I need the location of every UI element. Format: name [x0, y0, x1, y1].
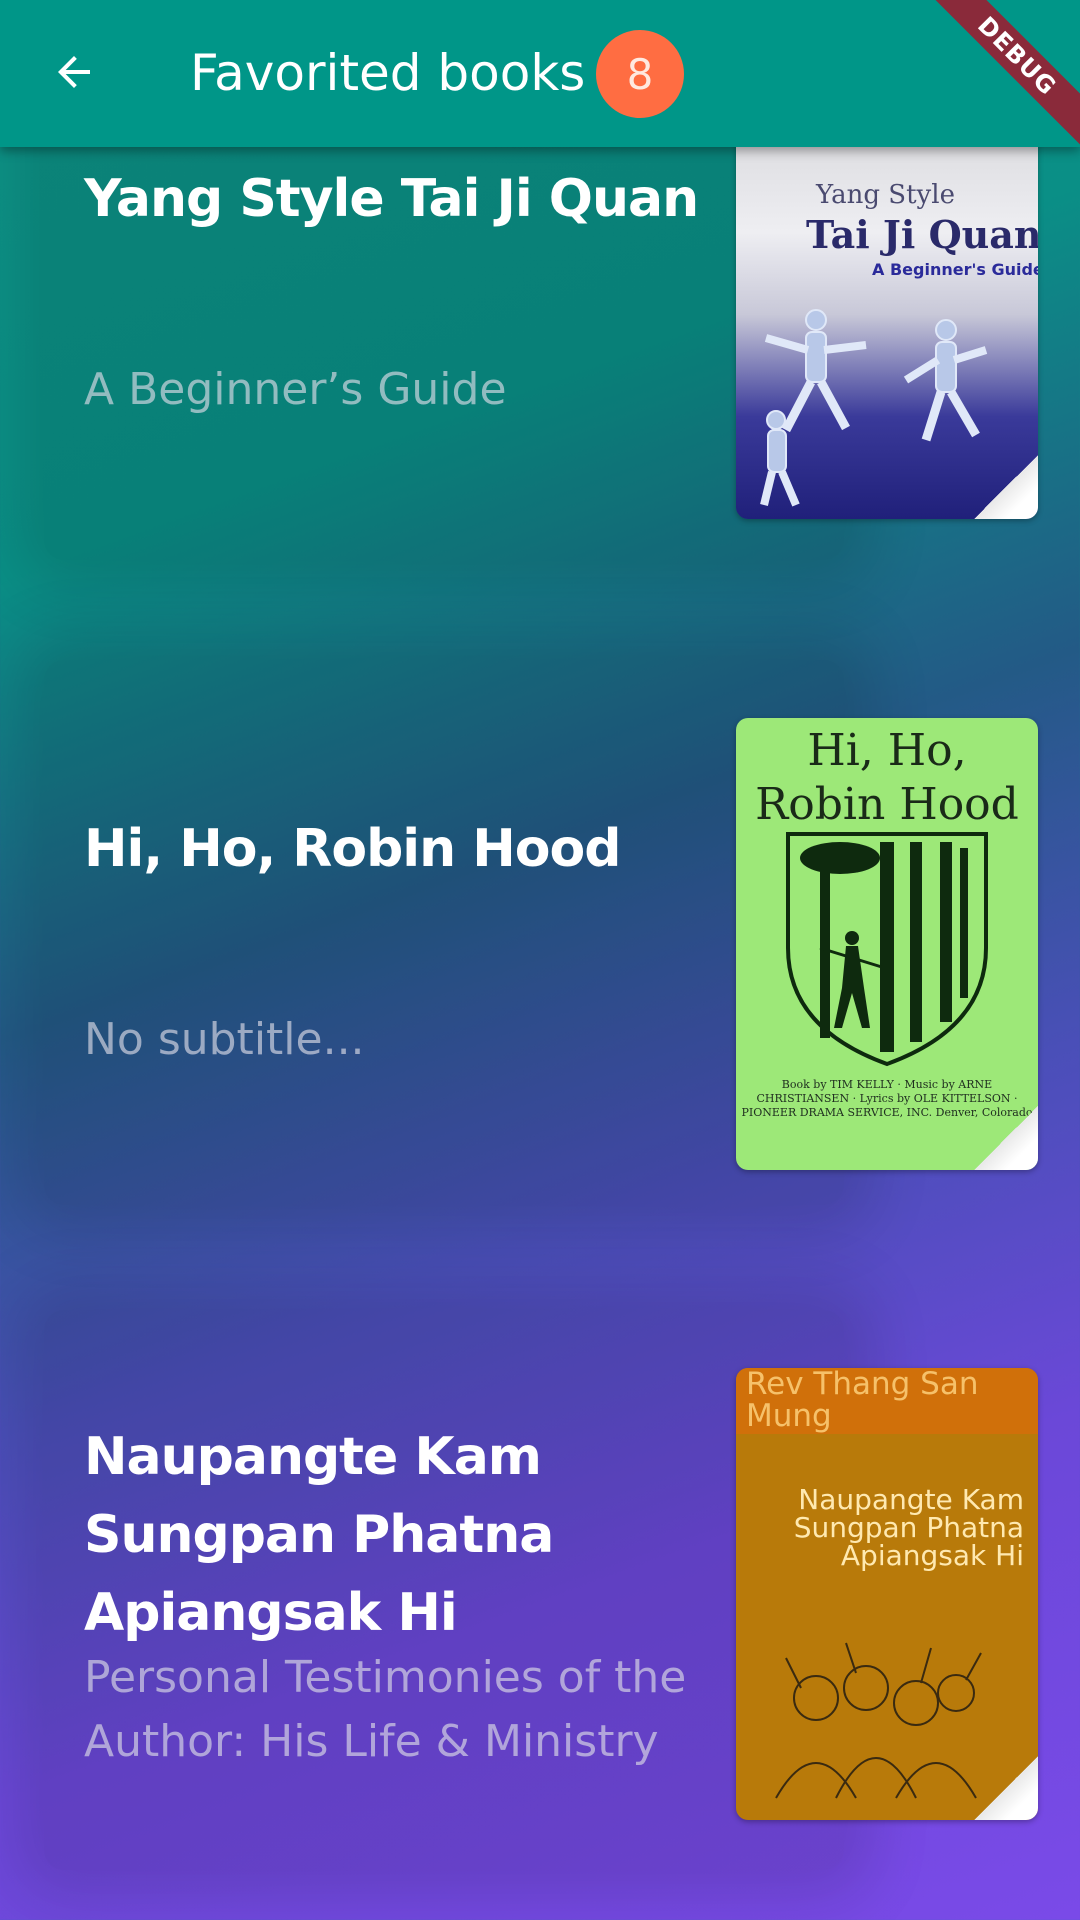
favorited-books-list[interactable]: Yang Style Tai Ji Quan A Beginner’s Guid…	[0, 0, 1080, 1920]
page-curl-icon	[974, 1756, 1038, 1820]
book-subtitle: A Beginner’s Guide	[84, 364, 507, 415]
page-curl-icon	[974, 1106, 1038, 1170]
book-title: Yang Style Tai Ji Quan	[84, 169, 699, 229]
book-card[interactable]: Naupangte Kam Sungpan Phatna Apiangsak H…	[44, 1310, 844, 1870]
page-title: Favorited books	[190, 44, 586, 102]
book-title: Hi, Ho, Robin Hood	[84, 819, 621, 879]
cover-text: Yang Style	[816, 180, 955, 210]
cover-author: Rev Thang San Mung	[746, 1368, 979, 1434]
favorites-count-badge: 8	[596, 30, 684, 118]
book-title: Naupangte Kam Sungpan Phatna Apiangsak H…	[84, 1427, 554, 1643]
book-subtitle: No subtitle...	[84, 1014, 365, 1065]
book-card[interactable]: Hi, Ho, Robin Hood No subtitle...	[44, 660, 844, 1205]
arrow-back-icon	[58, 56, 90, 88]
page-curl-icon	[974, 455, 1038, 519]
cover-text: Naupangte Kam Sungpan Phatna Apiangsak H…	[793, 1483, 1024, 1572]
cover-text: A Beginner's Guide	[872, 260, 1038, 279]
forest-archer-illustration	[786, 832, 988, 1067]
book-card[interactable]: Yang Style Tai Ji Quan A Beginner’s Guid…	[44, 80, 844, 560]
book-cover-image[interactable]: Rev Thang San Mung Naupangte Kam Sungpan…	[736, 1368, 1038, 1820]
book-subtitle: Personal Testimonies of the Author: His …	[84, 1652, 687, 1767]
app-bar: Favorited books 8	[0, 0, 1080, 147]
cover-text: Hi, Ho, Robin Hood	[755, 725, 1019, 830]
back-button[interactable]	[30, 28, 118, 116]
book-cover-image[interactable]: Yang Style Tai Ji Quan: A Beginner's Gui…	[736, 110, 1038, 519]
book-cover-image[interactable]: Hi, Ho, Robin Hood Book by TIM KELLY · M…	[736, 718, 1038, 1170]
cover-text: Tai Ji Quan:	[806, 212, 1038, 257]
